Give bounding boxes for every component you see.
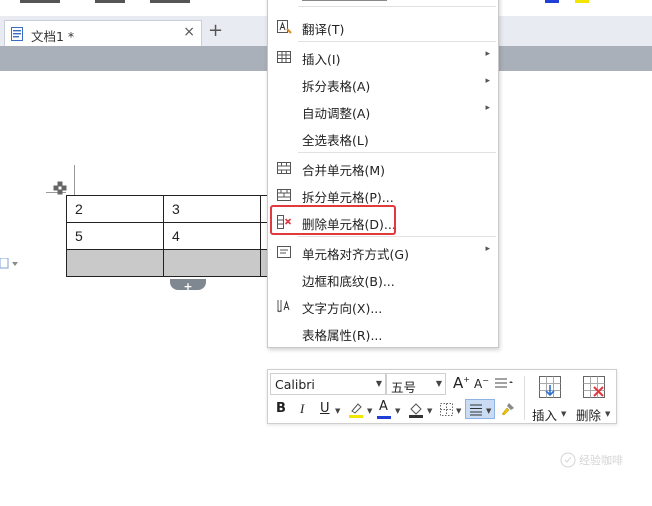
menu-item-text-direction[interactable]: 文字方向(X)... xyxy=(268,293,498,319)
chevron-down-icon: ▼ xyxy=(605,410,611,418)
italic-button[interactable]: I xyxy=(300,401,304,417)
table-delete-icon xyxy=(583,376,605,398)
submenu-arrow-icon: ▸ xyxy=(485,103,490,113)
font-size-select[interactable]: 五号 ▼ xyxy=(386,373,446,395)
menu-item-cell-alignment[interactable]: 单元格对齐方式(G) ▸ xyxy=(268,239,498,265)
ribbon-stub xyxy=(95,0,125,3)
table-cell[interactable]: 4 xyxy=(163,222,261,250)
tab-document[interactable]: 文档1 * × xyxy=(4,20,202,46)
table-insert-icon xyxy=(539,376,561,398)
cutoff-item xyxy=(302,0,387,1)
table-cell[interactable]: 5 xyxy=(66,222,164,250)
menu-item-select-table[interactable]: 全选表格(L) xyxy=(268,125,498,151)
close-icon[interactable]: × xyxy=(183,24,195,40)
menu-item-borders-shading[interactable]: 边框和底纹(B)... xyxy=(268,266,498,292)
chevron-down-icon[interactable]: ▼ xyxy=(427,407,432,415)
insert-button[interactable]: 插入 ▼ xyxy=(530,373,572,423)
menu-separator xyxy=(298,6,496,7)
align-button[interactable]: ▼ xyxy=(465,399,495,419)
table-cell[interactable]: 2 xyxy=(66,195,164,223)
bold-button[interactable]: B xyxy=(276,401,286,416)
delete-button[interactable]: 删除 ▼ xyxy=(574,373,616,423)
watermark-logo-icon xyxy=(560,452,576,468)
submenu-arrow-icon: ▸ xyxy=(485,76,490,86)
menu-separator xyxy=(298,152,496,153)
watermark: 经验咖啡 xyxy=(560,450,632,470)
chevron-down-icon[interactable]: ▼ xyxy=(395,407,400,415)
new-tab-button[interactable]: + xyxy=(208,20,223,42)
document-icon xyxy=(11,27,23,41)
chevron-down-icon: ▼ xyxy=(435,379,442,388)
menu-item-translate[interactable]: 翻译(T) xyxy=(268,14,498,40)
table-move-handle-icon[interactable] xyxy=(53,181,67,195)
merge-cells-icon xyxy=(277,162,291,174)
grow-font-button[interactable]: A+ xyxy=(453,374,470,392)
margin-mark xyxy=(74,165,75,195)
add-row-button[interactable]: + xyxy=(170,279,206,293)
table-insert-icon xyxy=(277,51,291,63)
chevron-down-icon[interactable]: ▼ xyxy=(456,407,461,415)
submenu-arrow-icon: ▸ xyxy=(485,244,490,254)
borders-icon[interactable] xyxy=(439,402,455,418)
chevron-down-icon: ▼ xyxy=(561,410,567,418)
shading-fill-icon[interactable] xyxy=(408,401,426,419)
chevron-down-icon: ▼ xyxy=(486,407,492,415)
chevron-down-icon: ▼ xyxy=(375,379,382,388)
toolbar-divider xyxy=(524,376,525,420)
mini-toolbar: Calibri ▼ 五号 ▼ A+ A− B I U ▼ ▼ A ▼ ▼ ▼ ▼ xyxy=(267,369,617,424)
ribbon-stub xyxy=(20,0,60,3)
underline-button[interactable]: U xyxy=(320,401,330,416)
ribbon-stub xyxy=(150,0,190,3)
chevron-down-icon[interactable]: ▼ xyxy=(367,407,372,415)
text-direction-icon xyxy=(277,300,290,313)
font-name-select[interactable]: Calibri ▼ xyxy=(270,373,386,395)
shrink-font-button[interactable]: A− xyxy=(474,376,489,391)
translate-icon xyxy=(277,20,292,34)
table-cell[interactable]: 3 xyxy=(163,195,261,223)
paragraph-marker-icon[interactable] xyxy=(0,258,20,270)
menu-separator xyxy=(298,236,496,237)
font-color-bar xyxy=(377,416,391,419)
cell-align-icon xyxy=(277,246,291,258)
table-cell-selected[interactable] xyxy=(66,249,164,277)
font-color-button[interactable]: A xyxy=(379,399,388,414)
menu-item-split-table[interactable]: 拆分表格(A) ▸ xyxy=(268,71,498,97)
tab-title: 文档1 * xyxy=(31,29,75,44)
menu-item-merge-cells[interactable]: 合并单元格(M) xyxy=(268,155,498,181)
line-spacing-icon[interactable] xyxy=(493,377,515,391)
chevron-down-icon[interactable]: ▼ xyxy=(335,407,340,415)
highlight-stub xyxy=(575,0,589,3)
submenu-arrow-icon: ▸ xyxy=(485,49,490,59)
menu-item-autofit[interactable]: 自动调整(A) ▸ xyxy=(268,98,498,124)
menu-item-insert[interactable]: 插入(I) ▸ xyxy=(268,44,498,70)
highlighter-icon[interactable] xyxy=(348,401,366,419)
context-menu: 翻译(T) 插入(I) ▸ 拆分表格(A) ▸ 自动调整(A) ▸ 全选表格(L… xyxy=(267,0,499,348)
menu-separator xyxy=(298,41,496,42)
split-cells-icon xyxy=(277,189,291,201)
format-painter-icon[interactable] xyxy=(500,401,516,417)
menu-item-table-properties[interactable]: 表格属性(R)... xyxy=(268,320,498,346)
table-cell-selected[interactable] xyxy=(163,249,261,277)
align-center-icon xyxy=(470,404,482,416)
highlight-box xyxy=(270,205,396,235)
font-color-stub xyxy=(545,0,559,3)
plus-icon: + xyxy=(183,280,193,293)
